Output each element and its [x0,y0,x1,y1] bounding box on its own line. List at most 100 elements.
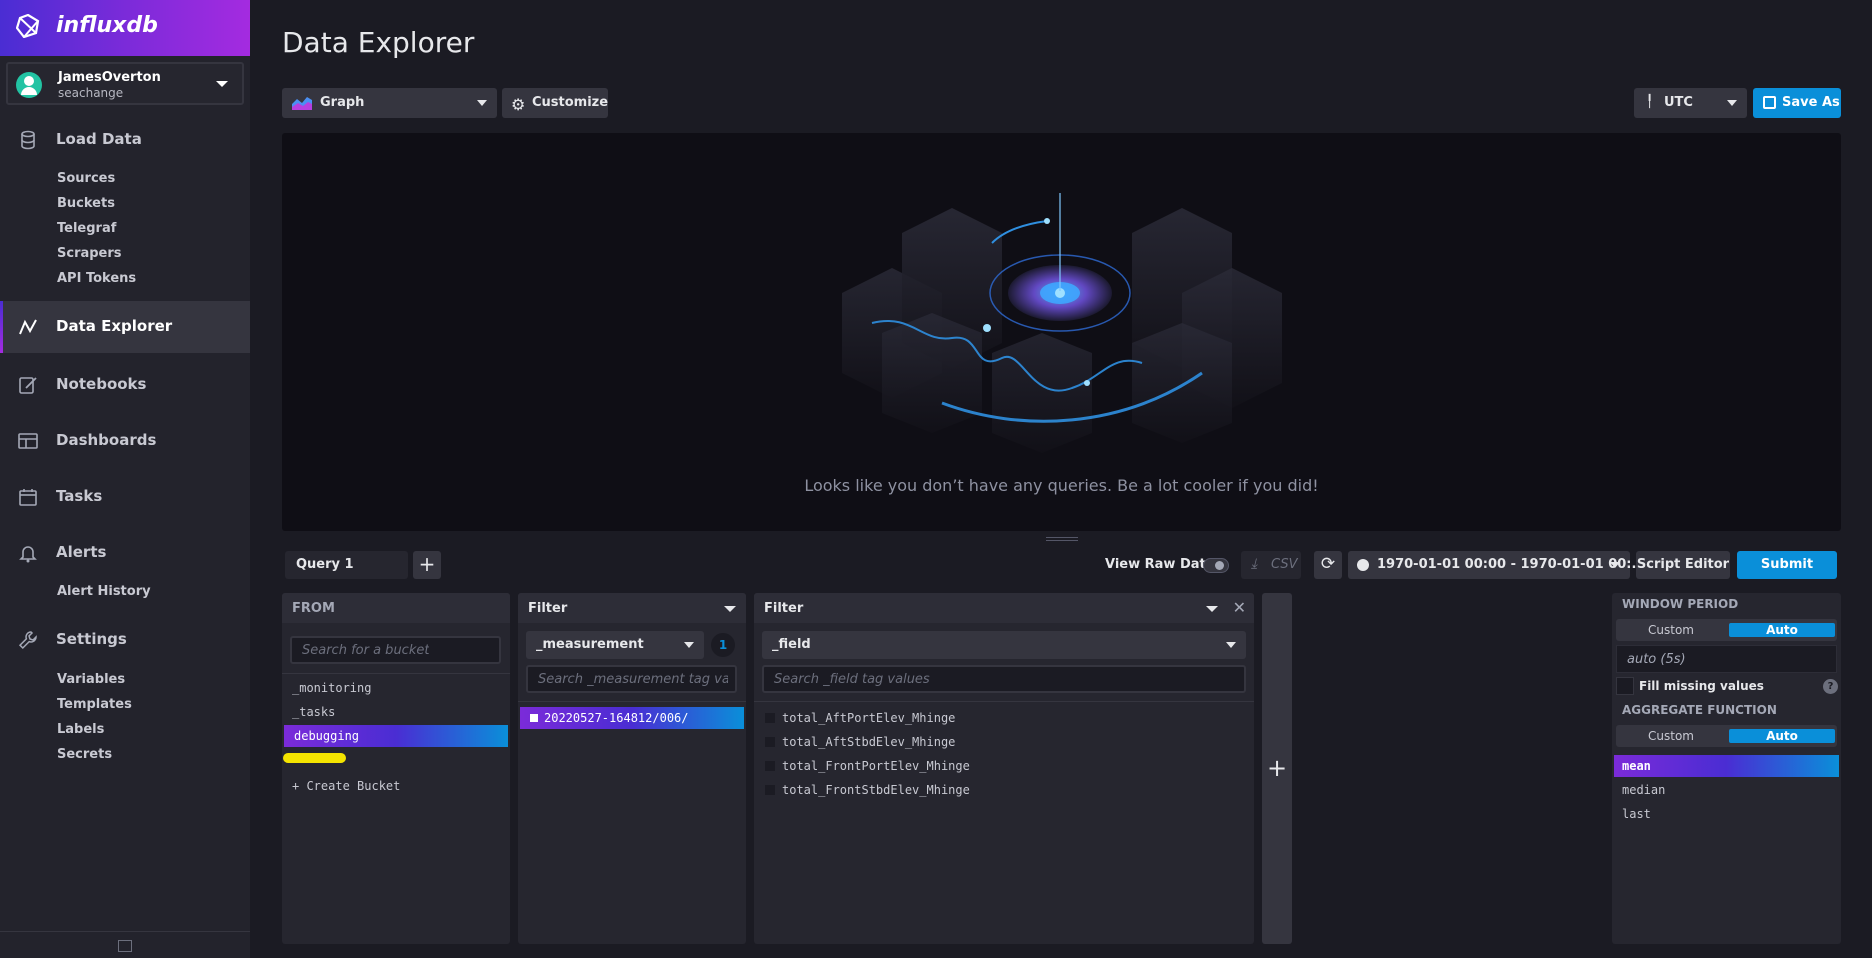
brand-header[interactable]: influxdb [0,0,250,56]
measurement-value-item[interactable]: 20220527-164812/006/ [520,707,744,729]
clock-icon [1357,559,1369,571]
bucket-item-debugging[interactable]: debugging [284,725,508,747]
sidebar-item-load-data[interactable]: Load Data [0,114,250,166]
sidebar-item-data-explorer[interactable]: Data Explorer [0,301,250,353]
filter-title: Filter [764,601,804,616]
bucket-search-input[interactable]: Search for a bucket [290,636,501,664]
time-range-dropdown[interactable]: 1970-01-01 00:00 - 1970-01-01 00:... [1348,551,1646,579]
sidebar-item-templates[interactable]: Templates [57,697,132,712]
field-key-dropdown[interactable]: _field [762,631,1246,659]
sidebar-item-alert-history[interactable]: Alert History [57,584,151,599]
influxdb-logo-icon [16,14,40,38]
sidebar-item-dashboards[interactable]: Dashboards [0,415,250,467]
field-value-item[interactable]: total_AftStbdElev_Mhinge [754,731,1254,753]
bucket-item-tasks[interactable]: _tasks [282,701,510,723]
aggregate-custom-option[interactable]: Custom [1616,725,1726,747]
resize-handle[interactable] [1046,537,1078,541]
checkbox-unchecked [764,760,776,772]
sidebar-item-tasks[interactable]: Tasks [0,471,250,523]
submit-button[interactable]: Submit [1737,551,1837,579]
function-item-median[interactable]: median [1612,779,1841,801]
window-auto-option[interactable]: Auto [1729,623,1835,637]
sidebar-item-api-tokens[interactable]: API Tokens [57,271,136,286]
sidebar-item-alerts[interactable]: Alerts [0,527,250,579]
sidebar-item-label: Settings [56,630,127,648]
graph-area: Looks like you don’t have any queries. B… [282,133,1841,531]
customize-button[interactable]: ⚙ Customize [502,88,608,118]
sidebar-item-label: Load Data [56,130,142,148]
window-period-title: WINDOW PERIOD [1622,597,1739,611]
filter-card-field: Filter ✕ _field Search _field tag values… [754,593,1254,944]
sidebar-item-sources[interactable]: Sources [57,171,115,186]
sidebar-item-telegraf[interactable]: Telegraf [57,221,116,236]
chevron-down-icon [1206,606,1218,612]
measurement-key-dropdown[interactable]: _measurement [526,631,704,659]
chevron-down-icon [724,606,736,612]
field-search-placeholder: Search _field tag values [774,672,930,687]
close-icon[interactable]: ✕ [1233,598,1246,617]
brand-name: influxdb [56,13,158,38]
empty-state-illustration [842,193,1282,453]
sidebar-item-variables[interactable]: Variables [57,672,125,687]
aggregate-auto-option[interactable]: Auto [1729,729,1835,743]
view-raw-data-label: View Raw Data [1105,557,1215,572]
save-as-label: Save As [1782,95,1840,110]
csv-label: CSV [1271,557,1298,572]
measurement-search-placeholder: Search _measurement tag values [538,672,728,687]
account-switcher[interactable]: JamesOverton seachange [6,62,244,105]
fill-missing-label: Fill missing values [1639,679,1764,693]
filter-card-header[interactable]: Filter [518,593,746,623]
sidebar-item-settings[interactable]: Settings [0,614,250,666]
timezone-dropdown[interactable]: ╿ UTC [1634,88,1747,118]
view-raw-data-toggle[interactable] [1203,558,1229,573]
fill-missing-checkbox[interactable] [1616,677,1634,695]
filter-card-header[interactable]: Filter ✕ [754,593,1254,623]
function-item-mean[interactable]: mean [1614,755,1839,777]
from-title: FROM [292,601,335,616]
gear-icon: ⚙ [511,95,526,114]
refresh-button[interactable]: ⟳ [1314,551,1342,579]
checkbox-checked [530,714,538,722]
csv-download-button[interactable]: ⤓ CSV [1241,551,1301,579]
sidebar-item-notebooks[interactable]: Notebooks [0,359,250,411]
filter-title: Filter [528,601,568,616]
window-custom-option[interactable]: Custom [1616,619,1726,641]
aggregate-panel: WINDOW PERIOD Custom Auto auto (5s) Fill… [1612,593,1841,944]
field-value-item[interactable]: total_FrontPortElev_Mhinge [754,755,1254,777]
script-editor-button[interactable]: Script Editor [1636,551,1730,579]
add-filter-button[interactable]: + [1262,593,1292,944]
aggregate-toggle[interactable]: Custom Auto [1616,725,1837,747]
measurement-search-input[interactable]: Search _measurement tag values [526,665,737,693]
export-icon [1763,96,1776,109]
dashboard-icon [18,433,38,449]
sidebar-item-scrapers[interactable]: Scrapers [57,246,122,261]
sidebar-item-buckets[interactable]: Buckets [57,196,115,211]
chevron-down-icon [477,100,487,106]
add-query-button[interactable]: + [413,551,441,579]
window-period-toggle[interactable]: Custom Auto [1616,619,1837,641]
help-icon[interactable]: ? [1823,679,1838,694]
checkbox-unchecked [764,712,776,724]
field-value-item[interactable]: total_AftPortElev_Mhinge [754,707,1254,729]
window-period-input[interactable]: auto (5s) [1616,645,1837,673]
sidebar-item-label: Notebooks [56,375,147,393]
function-item-last[interactable]: last [1612,803,1841,825]
chevron-down-icon [1727,100,1737,106]
tab-query-1[interactable]: Query 1 [285,551,408,579]
field-value-item[interactable]: total_FrontStbdElev_Mhinge [754,779,1254,801]
sidebar-item-label: Alerts [56,543,107,561]
sidebar-item-labels[interactable]: Labels [57,722,104,737]
save-as-button[interactable]: Save As [1753,88,1841,118]
refresh-icon: ⟳ [1320,554,1336,574]
bucket-item-monitoring[interactable]: _monitoring [282,677,510,699]
collapse-sidebar-button[interactable] [0,931,250,958]
create-bucket-link[interactable]: + Create Bucket [282,775,510,797]
field-search-input[interactable]: Search _field tag values [762,665,1246,693]
graph-type-icon [292,97,312,110]
sidebar-item-secrets[interactable]: Secrets [57,747,112,762]
measurement-key-label: _measurement [536,637,644,652]
notebook-icon [19,377,37,394]
graph-type-label: Graph [320,95,365,110]
chevron-down-icon [684,642,694,648]
graph-type-dropdown[interactable]: Graph [282,88,497,118]
